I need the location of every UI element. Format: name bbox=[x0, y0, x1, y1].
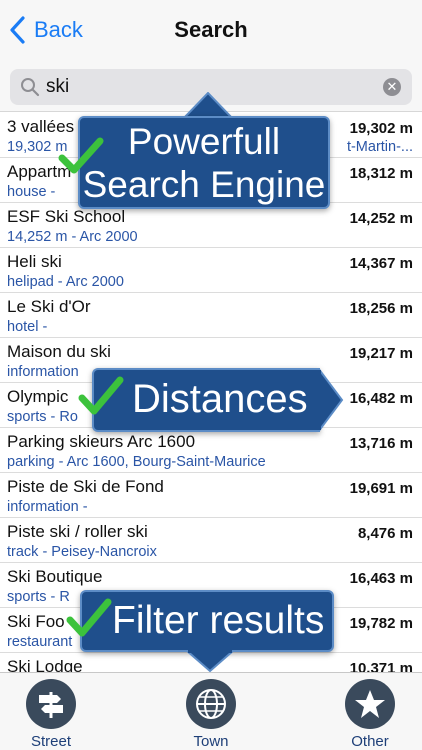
list-item[interactable]: Heli ski helipad - Arc 2000 14,367 m bbox=[0, 248, 422, 293]
result-title: Heli ski bbox=[7, 252, 62, 271]
result-title: Le Ski d'Or bbox=[7, 297, 91, 316]
result-distance: 19,302 m bbox=[349, 120, 413, 137]
result-title: Piste de Ski de Fond bbox=[7, 477, 164, 496]
star-icon bbox=[345, 679, 395, 729]
callout-filter-text: Filter results bbox=[112, 599, 325, 642]
tab-town[interactable]: Town bbox=[171, 679, 251, 750]
result-title: ESF Ski School bbox=[7, 207, 126, 226]
result-title: 3 vallées bbox=[7, 117, 75, 136]
result-subtitle: information - bbox=[7, 499, 88, 515]
result-distance: 18,256 m bbox=[349, 300, 413, 317]
result-distance: 13,716 m bbox=[349, 435, 413, 452]
result-distance: 14,367 m bbox=[349, 255, 413, 272]
result-subtitle: information bbox=[7, 364, 79, 380]
result-distance: 14,252 m bbox=[349, 210, 413, 227]
result-title: Maison du ski bbox=[7, 342, 111, 361]
result-distance: 19,782 m bbox=[349, 615, 413, 632]
list-item[interactable]: Parking skieurs Arc 1600 parking - Arc 1… bbox=[0, 428, 422, 473]
close-icon: ✕ bbox=[386, 79, 398, 94]
result-subtitle: hotel - bbox=[7, 319, 48, 335]
callout-pointer bbox=[184, 92, 232, 118]
list-item[interactable]: Piste de Ski de Fond information - 19,69… bbox=[0, 473, 422, 518]
globe-icon bbox=[186, 679, 236, 729]
search-icon bbox=[21, 78, 40, 97]
tab-street[interactable]: Street bbox=[11, 679, 91, 750]
callout-line-2: Search Engine bbox=[82, 164, 326, 205]
list-item[interactable]: Le Ski d'Or hotel - 18,256 m bbox=[0, 293, 422, 338]
checkmark-icon bbox=[66, 598, 112, 637]
checkmark-icon bbox=[78, 376, 124, 415]
result-distance: 16,482 m bbox=[349, 390, 413, 407]
result-title: Olympic bbox=[7, 387, 69, 406]
page-title: Search bbox=[174, 17, 248, 42]
callout-pointer bbox=[318, 368, 344, 432]
result-subtitle: restaurant bbox=[7, 634, 73, 650]
checkmark-icon bbox=[58, 137, 104, 174]
result-distance: 18,312 m bbox=[349, 165, 413, 182]
callout-filter: Filter results bbox=[80, 590, 334, 652]
callout-pointer bbox=[186, 650, 234, 672]
result-subtitle: sports - Ro bbox=[7, 409, 78, 425]
result-subtitle: track - Peisey-Nancroix bbox=[7, 544, 157, 560]
callout-distances: Distances bbox=[92, 368, 320, 432]
result-title: Parking skieurs Arc 1600 bbox=[7, 432, 196, 451]
result-subtitle: house - bbox=[7, 184, 56, 200]
tab-other[interactable]: Other bbox=[330, 679, 410, 750]
result-distance: 19,217 m bbox=[349, 345, 413, 362]
result-subtitle: helipad - Arc 2000 bbox=[7, 274, 124, 290]
result-title: Piste ski / roller ski bbox=[7, 522, 148, 541]
callout-search-engine-text: Powerfull Search Engine bbox=[80, 120, 328, 206]
tab-label: Street bbox=[30, 733, 72, 750]
result-subtitle-extra: t-Martin-... bbox=[346, 139, 413, 155]
result-distance: 16,463 m bbox=[349, 570, 413, 587]
result-title: Ski Boutique bbox=[7, 567, 103, 586]
navigation-bar: Back Search bbox=[0, 0, 422, 60]
result-distance: 19,691 m bbox=[349, 480, 413, 497]
tab-label: Town bbox=[193, 733, 229, 750]
tab-label: Other bbox=[351, 733, 389, 750]
result-subtitle: 14,252 m - Arc 2000 bbox=[7, 229, 138, 245]
callout-distances-text: Distances bbox=[132, 377, 308, 421]
tab-bar: Street Town Other bbox=[0, 672, 422, 750]
callout-line-1: Powerfull bbox=[127, 121, 281, 162]
list-item[interactable]: ESF Ski School 14,252 m - Arc 2000 14,25… bbox=[0, 203, 422, 248]
result-title: Ski Foo bbox=[7, 612, 65, 631]
list-item[interactable]: Piste ski / roller ski track - Peisey-Na… bbox=[0, 518, 422, 563]
clear-search-button[interactable]: ✕ bbox=[383, 78, 401, 96]
signpost-icon bbox=[26, 679, 76, 729]
result-subtitle: sports - R bbox=[7, 589, 70, 605]
callout-search-engine: Powerfull Search Engine bbox=[78, 116, 330, 209]
result-subtitle: parking - Arc 1600, Bourg-Saint-Maurice bbox=[7, 454, 266, 470]
result-distance: 8,476 m bbox=[357, 525, 413, 542]
